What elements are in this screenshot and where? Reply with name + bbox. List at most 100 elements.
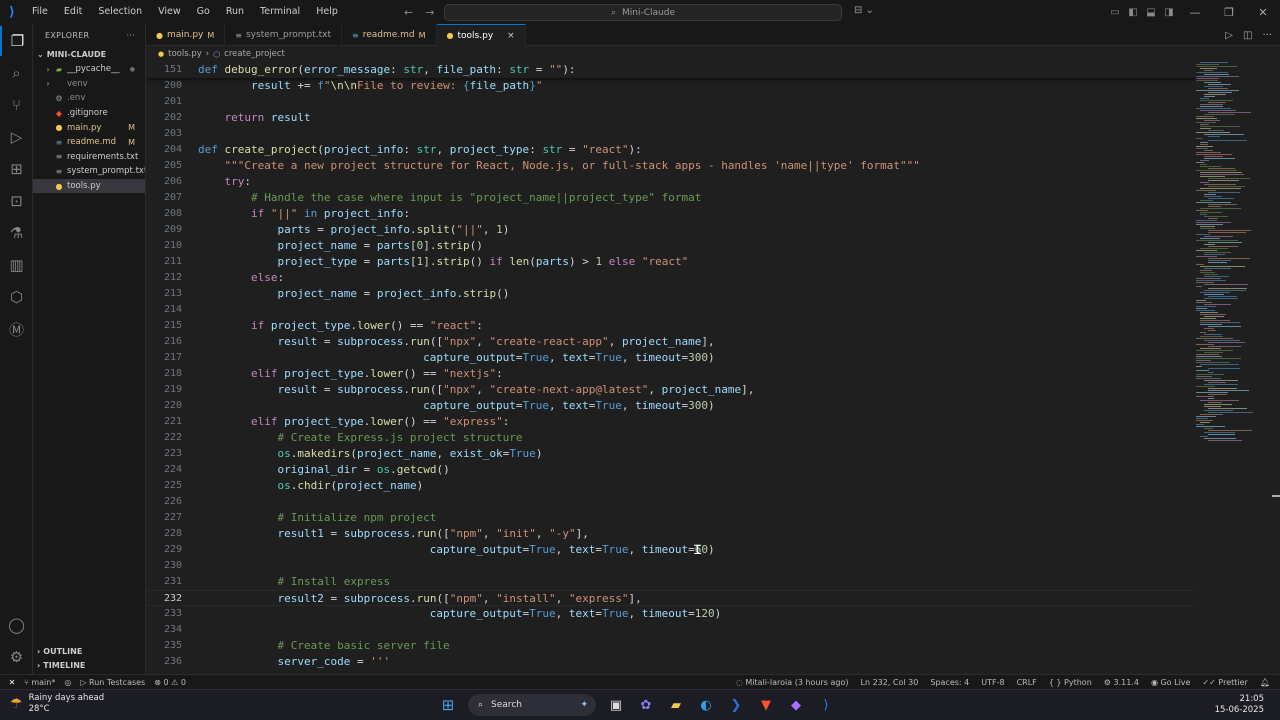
language-mode[interactable]: { } Python bbox=[1049, 678, 1092, 687]
code-line[interactable]: 211 project_type = parts[1].strip() if l… bbox=[146, 254, 1196, 270]
notifications-bell-icon[interactable]: 🔔︎ bbox=[1260, 678, 1270, 687]
prettier-item[interactable]: ✓✓ Prettier bbox=[1202, 678, 1247, 687]
outline-section[interactable]: › OUTLINE bbox=[33, 644, 146, 658]
explorer-icon[interactable]: ❐ bbox=[0, 26, 33, 56]
run-debug-icon[interactable]: ▷ bbox=[0, 122, 33, 152]
tree-item-env[interactable]: ⚙ .env bbox=[33, 91, 145, 106]
more-actions-icon[interactable]: ··· bbox=[126, 31, 135, 40]
code-line[interactable]: 208 if "||" in project_info: bbox=[146, 206, 1196, 222]
search-view-icon[interactable]: ⌕ bbox=[0, 58, 33, 88]
windows-start-icon[interactable]: ⊞ bbox=[438, 695, 458, 715]
code-line[interactable]: 229 capture_output=True, text=True, time… bbox=[146, 542, 1196, 558]
close-window-icon[interactable]: ✕ bbox=[1246, 6, 1280, 19]
more-actions-icon[interactable]: ··· bbox=[1262, 30, 1272, 41]
chart-icon[interactable]: ▥ bbox=[0, 250, 33, 280]
code-line[interactable]: 230 bbox=[146, 558, 1196, 574]
code-line[interactable]: 204 def create_project(project_info: str,… bbox=[146, 142, 1196, 158]
code-line[interactable]: 205 """Create a new project structure fo… bbox=[146, 158, 1196, 174]
remote-icon[interactable]: ✕ bbox=[0, 675, 24, 690]
code-line[interactable]: 231 # Install express bbox=[146, 574, 1196, 590]
python-interpreter[interactable]: ⚙ 3.11.4 bbox=[1104, 678, 1139, 687]
code-line[interactable]: 233 capture_output=True, text=True, time… bbox=[146, 606, 1196, 622]
code-line[interactable]: 200 result += f"\n\nFile to review: {fil… bbox=[146, 78, 1196, 94]
tree-item-main-py[interactable]: ● main.py M bbox=[33, 120, 145, 135]
cursor-position[interactable]: Ln 232, Col 30 bbox=[861, 678, 919, 687]
tab-tools-py[interactable]: ● tools.py × bbox=[436, 24, 526, 46]
code-line[interactable]: 226 bbox=[146, 494, 1196, 510]
m-extension-icon[interactable]: Ⓜ bbox=[0, 314, 33, 344]
brave-browser-icon[interactable]: ▼ bbox=[756, 695, 776, 715]
menu-run[interactable]: Run bbox=[218, 0, 252, 24]
taskbar-search[interactable]: ⌕ Search ✦ bbox=[468, 694, 596, 716]
code-line[interactable]: 225 os.chdir(project_name) bbox=[146, 478, 1196, 494]
edge-browser-icon[interactable]: ◐ bbox=[696, 695, 716, 715]
code-line[interactable]: 210 project_name = parts[0].strip() bbox=[146, 238, 1196, 254]
tree-item-gitignore[interactable]: ◆ .gitignore bbox=[33, 106, 145, 121]
run-testcases-item[interactable]: ▷ Run Testcases bbox=[80, 678, 145, 687]
code-line[interactable]: 212 else: bbox=[146, 270, 1196, 286]
minimap[interactable] bbox=[1192, 62, 1272, 442]
run-icon[interactable]: ▷ bbox=[1225, 30, 1233, 41]
end-of-line[interactable]: CRLF bbox=[1017, 678, 1037, 687]
tree-item-tools-py[interactable]: ● tools.py bbox=[33, 178, 145, 194]
source-control-icon[interactable]: ⑂ bbox=[0, 90, 33, 120]
workspace-root[interactable]: ⌄ MINI-CLAUDE bbox=[33, 46, 145, 62]
copilot-icon[interactable]: ⊟ ⌄ bbox=[854, 5, 874, 16]
code-line[interactable]: 206 try: bbox=[146, 174, 1196, 190]
extensions-icon[interactable]: ⊞ bbox=[0, 154, 33, 184]
go-live-item[interactable]: ◉ Go Live bbox=[1151, 678, 1191, 687]
obsidian-icon[interactable]: ◆ bbox=[786, 695, 806, 715]
powershell-icon[interactable]: ❯ bbox=[726, 695, 746, 715]
system-clock[interactable]: 21:05 15-06-2025 bbox=[1215, 694, 1264, 716]
forward-arrow-icon[interactable]: → bbox=[425, 6, 434, 19]
minimize-icon[interactable]: — bbox=[1178, 6, 1212, 19]
toggle-panel-icon[interactable]: ⬓ bbox=[1142, 7, 1160, 18]
code-line[interactable]: 222 # Create Express.js project structur… bbox=[146, 430, 1196, 446]
menu-edit[interactable]: Edit bbox=[56, 0, 90, 24]
menu-go[interactable]: Go bbox=[189, 0, 218, 24]
code-line[interactable]: 207 # Handle the case where input is "pr… bbox=[146, 190, 1196, 206]
branch-item[interactable]: ⑂ main* bbox=[24, 678, 55, 687]
weather-widget[interactable]: ☂ Rainy days ahead 28°C bbox=[10, 693, 104, 715]
code-line[interactable]: 234 bbox=[146, 622, 1196, 638]
code-editor[interactable]: 151 def debug_error(error_message: str, f… bbox=[146, 62, 1280, 674]
problems-item[interactable]: ⊗ 0 ⚠ 0 bbox=[154, 678, 186, 687]
cube-icon[interactable]: ⬡ bbox=[0, 282, 33, 312]
code-line[interactable]: 224 original_dir = os.getcwd() bbox=[146, 462, 1196, 478]
tree-item-system-prompt-txt[interactable]: ≡ system_prompt.txt bbox=[33, 164, 145, 179]
file-explorer-icon[interactable]: ▰ bbox=[666, 695, 686, 715]
tree-item-readme-md[interactable]: ≡ readme.md M bbox=[33, 135, 145, 150]
layout-toggle-icon[interactable]: ▭ bbox=[1106, 7, 1124, 18]
tab-main-py[interactable]: ● main.py M bbox=[146, 24, 226, 46]
task-view-icon[interactable]: ▣ bbox=[606, 695, 626, 715]
tab-system-prompt-txt[interactable]: ≡ system_prompt.txt bbox=[225, 24, 342, 46]
split-editor-icon[interactable]: ◫ bbox=[1243, 30, 1252, 41]
tree-item-requirements-txt[interactable]: ≡ requirements.txt bbox=[33, 150, 145, 165]
code-line[interactable]: 235 # Create basic server file bbox=[146, 638, 1196, 654]
code-line[interactable]: 223 os.makedirs(project_name, exist_ok=T… bbox=[146, 446, 1196, 462]
menu-selection[interactable]: Selection bbox=[90, 0, 150, 24]
back-arrow-icon[interactable]: ← bbox=[404, 6, 413, 19]
code-line[interactable]: 227 # Initialize npm project bbox=[146, 510, 1196, 526]
menu-view[interactable]: View bbox=[150, 0, 189, 24]
code-line[interactable]: 203 bbox=[146, 126, 1196, 142]
toggle-sidebar-icon[interactable]: ◧ bbox=[1124, 7, 1142, 18]
code-line[interactable]: 232 result2 = subprocess.run(["npm", "in… bbox=[146, 590, 1196, 606]
tab-readme-md[interactable]: ≡ readme.md M bbox=[342, 24, 437, 46]
code-line[interactable]: 221 elif project_type.lower() == "expres… bbox=[146, 414, 1196, 430]
code-line[interactable]: 236 server_code = ''' bbox=[146, 654, 1196, 670]
close-tab-icon[interactable]: × bbox=[507, 31, 515, 41]
testing-icon[interactable]: ⚗ bbox=[0, 218, 33, 248]
menu-terminal[interactable]: Terminal bbox=[252, 0, 308, 24]
tree-item-venv[interactable]: › venv bbox=[33, 77, 145, 92]
account-icon[interactable]: ◯ bbox=[0, 610, 33, 640]
menu-help[interactable]: Help bbox=[308, 0, 346, 24]
vscode-app-icon[interactable]: ⟩ bbox=[816, 695, 836, 715]
code-line[interactable]: 201 bbox=[146, 94, 1196, 110]
tree-item-pycache[interactable]: › ▰ __pycache__ ● bbox=[33, 62, 145, 77]
code-line[interactable]: 213 project_name = project_info.strip() bbox=[146, 286, 1196, 302]
menu-file[interactable]: File bbox=[24, 0, 56, 24]
code-line[interactable]: 209 parts = project_info.split("||", 1) bbox=[146, 222, 1196, 238]
breadcrumb-file[interactable]: tools.py bbox=[168, 49, 202, 59]
code-line[interactable]: 219 result = subprocess.run(["npx", "cre… bbox=[146, 382, 1196, 398]
